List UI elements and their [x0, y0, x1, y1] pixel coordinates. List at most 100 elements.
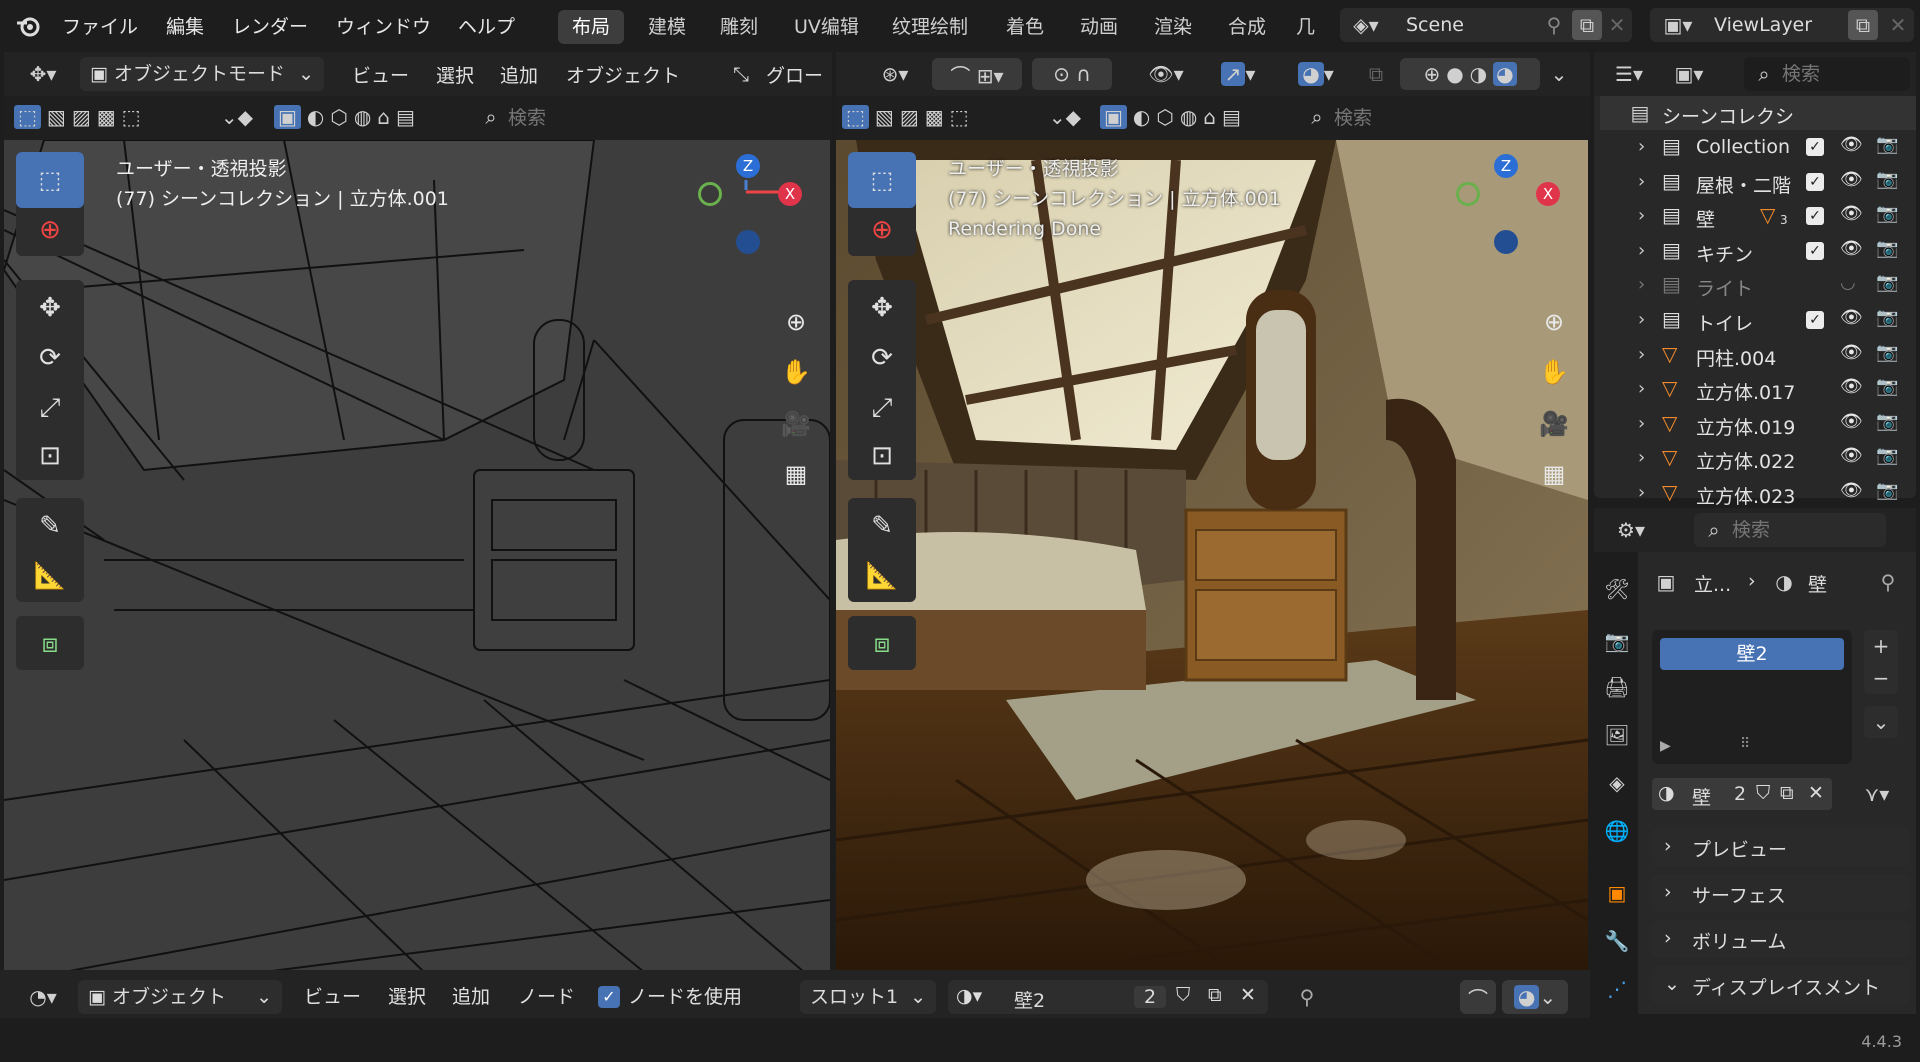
right-viewport-rendered[interactable]: ユーザー・透視投影 (77) シーンコレクション | 立方体.001 Rende… — [836, 140, 1588, 972]
delete-view-layer-icon[interactable]: ✕ — [1886, 12, 1910, 38]
tab-workspace-sculpting[interactable]: 雕刻 — [706, 10, 772, 44]
camera-icon[interactable]: 🎥 — [1532, 402, 1576, 446]
outliner-item[interactable]: › ▤ トイレ ✓ 👁 📷 — [1600, 303, 1916, 337]
rotate-tool[interactable]: ⟳ — [848, 330, 916, 386]
shader-material-datablock[interactable]: ◑▾ 壁2 2 ⛉ ⧉ ✕ — [948, 980, 1268, 1014]
duplicate-material-icon[interactable]: ⧉ — [1780, 782, 1794, 804]
outliner-item[interactable]: › ▽ 円柱.004 👁 📷 — [1600, 338, 1916, 372]
shader-material-name[interactable]: 壁2 — [1014, 986, 1045, 1013]
cursor-tool[interactable]: ⊕ — [16, 202, 84, 258]
measure-tool[interactable]: 📐 — [16, 548, 84, 604]
shading-mode-icons[interactable]: ⊕ ● ◑ ◕ — [1400, 58, 1540, 90]
menu-view[interactable]: ビュー — [352, 61, 409, 88]
render-properties-icon[interactable]: 📷 — [1600, 624, 1634, 658]
menu-file[interactable]: ファイル — [62, 12, 138, 39]
snap-pivot-icons-right[interactable]: ▣ ◐ ⬡ ◍ ⌂ ▤ — [1100, 100, 1290, 134]
material-name-field[interactable]: 壁 — [1692, 783, 1711, 810]
add-cube-tool[interactable]: ⧈ — [16, 616, 84, 672]
exclude-checkbox[interactable]: ✓ — [1806, 172, 1824, 191]
visibility-eye-icon[interactable]: 👁 — [1840, 203, 1863, 224]
scene-selector[interactable]: ◈▾ Scene ⚲ ⧉ ✕ — [1340, 8, 1632, 42]
expand-chevron-icon[interactable]: › — [1638, 413, 1645, 434]
outliner-search-input[interactable] — [1782, 59, 1902, 89]
slot-dropdown[interactable]: スロット1 ⌄ — [800, 980, 936, 1014]
measure-tool[interactable]: 📐 — [848, 548, 916, 604]
tab-workspace-geometry[interactable]: 几何 — [1288, 10, 1332, 44]
render-camera-icon[interactable]: 📷 — [1876, 480, 1898, 501]
zoom-icon[interactable]: ⊕ — [774, 300, 818, 344]
gizmo-toggle-icon[interactable]: ↗ ▾ — [1206, 58, 1270, 90]
properties-search[interactable]: ⌕ — [1694, 513, 1886, 547]
outliner-item[interactable]: › ▤ 壁 ▽ 3 ✓ 👁 📷 — [1600, 199, 1916, 233]
right-tool-search-input[interactable] — [1334, 102, 1574, 134]
tab-workspace-texture[interactable]: 纹理绘制 — [878, 10, 982, 44]
fake-user-shield-icon[interactable]: ⛉ — [1756, 782, 1770, 804]
material-datablock[interactable]: ◑ 壁 2 ⛉ ⧉ ✕ — [1652, 778, 1832, 810]
use-nodes-checkbox[interactable]: ✓ — [598, 986, 620, 1008]
render-camera-icon[interactable]: 📷 — [1876, 342, 1898, 363]
snap-pivot-icons[interactable]: ▣ ◐ ⬡ ◍ ⌂ ▤ — [274, 100, 464, 134]
select-box-tool[interactable]: ⬚ — [848, 152, 916, 208]
shader-editor-type-icon[interactable]: ◔▾ — [18, 982, 68, 1012]
snap-icon[interactable]: ⌒ ⊞▾ — [932, 58, 1022, 90]
left-tool-search-input[interactable] — [508, 102, 808, 134]
menu-render[interactable]: レンダー — [232, 12, 308, 39]
transform-tool[interactable]: ⊡ — [848, 428, 916, 484]
snap-toggle-icon[interactable]: ⌒ — [1460, 980, 1496, 1014]
visibility-eye-icon[interactable]: 👁 — [1840, 134, 1863, 155]
use-nodes-label[interactable]: ノードを使用 — [628, 982, 742, 1009]
add-cube-tool[interactable]: ⧈ — [848, 616, 916, 672]
visibility-eye-icon[interactable]: 👁 — [1840, 445, 1863, 466]
outliner-search[interactable]: ⌕ — [1744, 57, 1910, 91]
render-camera-icon[interactable]: 📷 — [1876, 307, 1898, 328]
panel-displacement[interactable]: ⌄ ディスプレイスメント — [1652, 966, 1910, 1004]
material-slot-item[interactable]: 壁2 — [1660, 638, 1844, 670]
tab-workspace-animation[interactable]: 动画 — [1066, 10, 1132, 44]
cursor-tool[interactable]: ⊕ — [848, 202, 916, 258]
unlink-material-icon[interactable]: ✕ — [1240, 984, 1256, 1006]
material-slot-list[interactable]: 壁2 ▶ ⠿ — [1652, 630, 1852, 764]
pin-icon[interactable]: ⚲ — [1292, 982, 1322, 1012]
overlay-toggle-icon[interactable]: ◕ ⌄ — [1502, 980, 1568, 1014]
render-camera-icon[interactable]: 📷 — [1876, 411, 1898, 432]
expand-chevron-icon[interactable]: › — [1638, 171, 1645, 192]
shader-menu-node[interactable]: ノード — [518, 982, 575, 1009]
view-layer-selector[interactable]: ▣▾ ViewLayer ⧉ ✕ — [1650, 8, 1914, 42]
add-slot-icon[interactable]: + — [1864, 630, 1898, 662]
selectability-icon-right[interactable]: ⌄◆ — [1040, 102, 1090, 132]
exclude-checkbox[interactable]: ✓ — [1806, 138, 1824, 156]
properties-search-input[interactable] — [1732, 515, 1872, 545]
outliner-item[interactable]: › ▽ 立方体.019 👁 📷 — [1600, 407, 1916, 441]
object-properties-icon[interactable]: ▣ — [1600, 876, 1634, 910]
expand-chevron-icon[interactable]: › — [1638, 309, 1645, 330]
expand-chevron-icon[interactable]: › — [1638, 482, 1645, 503]
exclude-checkbox[interactable]: ✓ — [1806, 207, 1824, 226]
selectability-icon[interactable]: ⌄◆ — [212, 102, 262, 132]
zoom-icon[interactable]: ⊕ — [1532, 300, 1576, 344]
resize-grip-icon[interactable]: ⠿ — [1740, 736, 1750, 752]
ortho-grid-icon[interactable]: ▦ — [1532, 452, 1576, 496]
navigation-gizmo[interactable]: Z X — [684, 150, 804, 270]
outliner-editor-type-icon[interactable]: ☰▾ — [1604, 58, 1654, 90]
gizmo-z-axis[interactable]: Z — [736, 154, 760, 178]
expand-chevron-icon[interactable]: › — [1638, 447, 1645, 468]
camera-icon[interactable]: 🎥 — [774, 402, 818, 446]
tab-workspace-modeling[interactable]: 建模 — [634, 10, 700, 44]
expand-chevron-icon[interactable]: › — [1638, 205, 1645, 226]
expand-chevron-icon[interactable]: › — [1638, 274, 1645, 295]
shading-options-chevron-icon[interactable]: ⌄ — [1544, 58, 1574, 90]
render-camera-icon[interactable]: 📷 — [1876, 445, 1898, 466]
hand-pan-icon[interactable]: ✋ — [1532, 350, 1576, 394]
remove-slot-icon[interactable]: − — [1864, 662, 1898, 694]
material-users-count[interactable]: 2 — [1734, 783, 1746, 805]
pin-icon[interactable]: ⚲ — [1874, 568, 1902, 596]
tab-workspace-uv[interactable]: UV编辑 — [780, 10, 873, 44]
gizmo-neg-z-axis[interactable] — [736, 230, 760, 254]
ortho-grid-icon[interactable]: ▦ — [774, 452, 818, 496]
node-tree-dropdown-icon[interactable]: ⋎▾ — [1852, 778, 1902, 810]
expand-chevron-icon[interactable]: › — [1638, 240, 1645, 261]
tool-settings-icon[interactable]: 🛠 — [1600, 572, 1634, 606]
render-camera-icon[interactable]: 📷 — [1876, 238, 1898, 259]
scene-properties-icon[interactable]: ◈ — [1600, 766, 1634, 800]
exclude-checkbox[interactable] — [1806, 276, 1824, 294]
